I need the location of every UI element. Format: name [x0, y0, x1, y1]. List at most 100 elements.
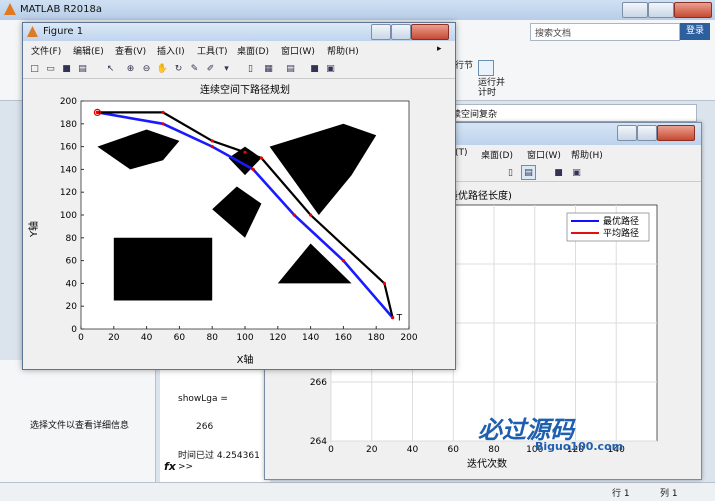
- x-tick-label: 20: [108, 333, 120, 343]
- maximize-button[interactable]: [391, 24, 411, 40]
- menu-tools[interactable]: 工具(T): [197, 44, 228, 57]
- chart-title: 连续空间下路径规划: [200, 83, 290, 96]
- search-input[interactable]: 搜索文档: [530, 23, 680, 41]
- minimize-button[interactable]: [617, 125, 637, 141]
- x-tick-label: 140: [302, 333, 319, 343]
- plot-icon[interactable]: ▣: [569, 165, 584, 180]
- brush-dropdown-icon[interactable]: ▾: [219, 61, 234, 76]
- minimize-button[interactable]: [622, 2, 648, 18]
- brush-icon[interactable]: ✐: [203, 61, 218, 76]
- menu-help[interactable]: 帮助(H): [327, 44, 359, 57]
- details-hint: 选择文件以查看详细信息: [30, 421, 130, 431]
- fx-icon: fx: [164, 460, 176, 473]
- y-tick-label: 100: [60, 211, 77, 221]
- command-window[interactable]: showLga = 266 时间已过 4.254361 fx >>: [160, 360, 270, 482]
- link-icon[interactable]: ▯: [243, 61, 258, 76]
- status-row: 行 1: [612, 489, 630, 499]
- run-time-label[interactable]: 运行并 计时: [478, 78, 505, 98]
- print-icon[interactable]: ▤: [75, 61, 90, 76]
- minimize-button[interactable]: [371, 24, 391, 40]
- menu-window[interactable]: 窗口(W): [527, 148, 561, 161]
- zoom-in-icon[interactable]: ⊕: [123, 61, 138, 76]
- status-bar: 行 1 列 1: [0, 482, 715, 501]
- close-button[interactable]: [411, 24, 449, 40]
- cmd-prompt[interactable]: >>: [178, 462, 193, 472]
- y-tick-label: 160: [60, 143, 77, 153]
- y-tick-label: 264: [310, 437, 327, 447]
- maximize-button[interactable]: [637, 125, 657, 141]
- y-tick-label: 60: [66, 257, 78, 267]
- zoom-out-icon[interactable]: ⊖: [139, 61, 154, 76]
- path-node: [341, 259, 345, 263]
- menu-window[interactable]: 窗口(W): [281, 44, 315, 57]
- menu-file[interactable]: 文件(F): [31, 44, 61, 57]
- legend-icon[interactable]: ▤: [521, 165, 536, 180]
- y-axis-label: Y轴: [27, 221, 40, 238]
- legend-icon[interactable]: ▤: [283, 61, 298, 76]
- status-col: 列 1: [660, 489, 678, 499]
- colorbar-icon[interactable]: ▦: [261, 61, 276, 76]
- x-axis-label: 迭代次数: [467, 457, 507, 470]
- figure1-title: Figure 1: [43, 26, 84, 37]
- x-tick-label: 60: [174, 333, 186, 343]
- y-tick-label: 120: [60, 188, 77, 198]
- x-tick-label: 60: [448, 445, 460, 455]
- matlab-title: MATLAB R2018a: [20, 4, 103, 15]
- new-figure-icon[interactable]: □: [27, 61, 42, 76]
- path-node: [292, 213, 296, 217]
- login-button[interactable]: 登录: [680, 23, 710, 40]
- end-label: T: [396, 314, 403, 324]
- y-tick-label: 180: [60, 120, 77, 130]
- pan-icon[interactable]: ✋: [155, 61, 170, 76]
- menu-help[interactable]: 帮助(H): [571, 148, 603, 161]
- plot-browser-icon[interactable]: ▣: [323, 61, 338, 76]
- menu-desktop[interactable]: 桌面(D): [481, 148, 513, 161]
- x-tick-label: 200: [400, 333, 417, 343]
- x-tick-label: 180: [368, 333, 385, 343]
- path-planning-chart: 连续空间下路径规划 0 20 40 60 80 100 120 140 160 180 200 0 20…: [27, 83, 418, 366]
- run-time-icon[interactable]: [478, 60, 494, 76]
- figure1-menubar: 文件(F) 编辑(E) 查看(V) 插入(I) 工具(T) 桌面(D) 窗口(W…: [23, 43, 455, 58]
- matlab-titlebar: MATLAB R2018a: [0, 0, 715, 21]
- path-node: [161, 122, 165, 126]
- rotate-icon[interactable]: ↻: [171, 61, 186, 76]
- y-tick-label: 80: [66, 234, 78, 244]
- path-node: [382, 281, 386, 285]
- open-icon[interactable]: ▭: [43, 61, 58, 76]
- save-icon[interactable]: ■: [59, 61, 74, 76]
- pointer-icon[interactable]: ↖: [103, 61, 118, 76]
- path-node: [210, 145, 214, 149]
- legend-label: 最优路径: [603, 215, 639, 227]
- datacursor-icon[interactable]: ✎: [187, 61, 202, 76]
- ribbon-section-label[interactable]: 行节: [455, 58, 473, 71]
- y-tick-label: 40: [66, 279, 78, 289]
- legend-label: 平均路径: [603, 227, 639, 239]
- x-axis-label: X轴: [237, 353, 254, 366]
- figure1-titlebar: Figure 1: [23, 23, 455, 41]
- plot-area: 0 20 40 60 80 100 120 140 160 180 200 0 20 40 60 80 100 1…: [60, 97, 418, 343]
- close-button[interactable]: [674, 2, 712, 18]
- x-tick-label: 0: [78, 333, 84, 343]
- colorbar-icon[interactable]: ■: [551, 165, 566, 180]
- x-tick-label: 20: [366, 445, 378, 455]
- plot-tools-icon[interactable]: ■: [307, 61, 322, 76]
- x-tick-label: 40: [141, 333, 153, 343]
- watermark-url: Biguo100.com: [535, 440, 624, 453]
- menu-insert[interactable]: 插入(I): [157, 44, 185, 57]
- menu-tools[interactable]: (T): [455, 148, 468, 158]
- menu-view[interactable]: 查看(V): [115, 44, 146, 57]
- x-tick-label: 80: [488, 445, 500, 455]
- figure1-window: Figure 1 文件(F) 编辑(E) 查看(V) 插入(I) 工具(T) 桌…: [22, 22, 456, 370]
- x-tick-label: 80: [206, 333, 218, 343]
- link-icon[interactable]: ▯: [503, 165, 518, 180]
- path-node: [95, 110, 99, 114]
- figure-logo-icon: [27, 26, 38, 37]
- path-node: [259, 156, 263, 160]
- menu-edit[interactable]: 编辑(E): [73, 44, 104, 57]
- close-button[interactable]: [657, 125, 695, 141]
- menu-overflow-icon[interactable]: ▸: [437, 44, 442, 54]
- maximize-button[interactable]: [648, 2, 674, 18]
- menu-desktop[interactable]: 桌面(D): [237, 44, 269, 57]
- x-tick-label: 0: [328, 445, 334, 455]
- address-bar[interactable]: 续空间复杂: [445, 104, 697, 122]
